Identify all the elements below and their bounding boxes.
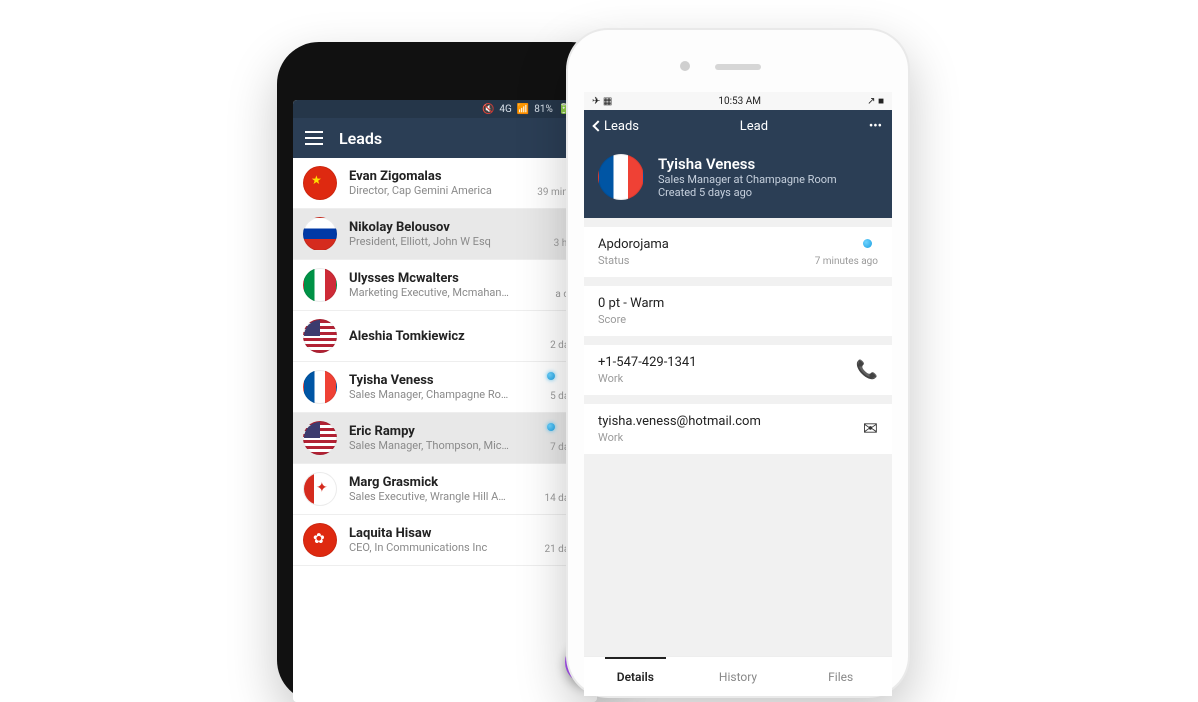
lead-subtitle: CEO, In Communications Inc [349, 541, 532, 554]
lead-header-text: Tyisha Veness Sales Manager at Champagne… [658, 155, 837, 199]
lead-subtitle: Sales Executive, Wrangle Hill A… [349, 490, 532, 503]
score-card[interactable]: 0 pt - Warm Score [584, 286, 892, 336]
status-card[interactable]: Apdorojama Status 7 minutes ago [584, 227, 892, 277]
lead-text: Laquita HisawCEO, In Communications Inc [349, 526, 532, 554]
lead-row[interactable]: Tyisha VenessSales Manager, Champagne Ro… [293, 362, 597, 413]
status-mute-icon: 🔇 [482, 104, 494, 115]
flag-icon [303, 523, 337, 557]
lead-name: Eric Rampy [349, 424, 538, 439]
flag-icon [303, 217, 337, 251]
lead-role: Sales Manager at Champagne Room [658, 173, 837, 186]
unread-dot-icon [863, 239, 872, 248]
lead-text: Evan ZigomalasDirector, Cap Gemini Ameri… [349, 169, 525, 197]
lead-name: Tyisha Veness [658, 155, 837, 173]
android-screen: 🔇 4G 📶 81% 🔋 17: Leads Evan ZigomalasDir… [293, 100, 597, 702]
speaker [715, 64, 761, 70]
lead-row[interactable]: Ulysses McwaltersMarketing Executive, Mc… [293, 260, 597, 311]
lead-created: Created 5 days ago [658, 186, 837, 199]
front-camera [680, 61, 690, 71]
detail-tabs: DetailsHistoryFiles [584, 656, 892, 696]
appbar-title: Leads [339, 129, 382, 148]
lead-row[interactable]: Laquita HisawCEO, In Communications Inc2… [293, 515, 597, 566]
lead-row[interactable]: Marg GrasmickSales Executive, Wrangle Hi… [293, 464, 597, 515]
lead-name: Nikolay Belousov [349, 220, 542, 235]
lead-text: Eric RampySales Manager, Thompson, Mic… [349, 424, 538, 452]
flag-icon [303, 166, 337, 200]
email-icon[interactable]: ✉ [863, 419, 878, 440]
unread-dot-icon [547, 423, 555, 431]
lead-row[interactable]: Evan ZigomalasDirector, Cap Gemini Ameri… [293, 158, 597, 209]
email-label: Work [598, 431, 878, 444]
email-card[interactable]: tyisha.veness@hotmail.com Work ✉ [584, 404, 892, 454]
lead-subtitle: Sales Manager, Thompson, Mic… [349, 439, 538, 452]
lead-flag-icon [598, 154, 644, 200]
menu-icon[interactable] [305, 131, 323, 145]
unread-dot-icon [547, 372, 555, 380]
lead-text: Nikolay BelousovPresident, Elliott, John… [349, 220, 542, 248]
status-battery: 81% [534, 104, 553, 115]
android-appbar: Leads [293, 118, 597, 158]
status-bars-icon: 📶 [517, 104, 529, 115]
lead-name: Aleshia Tomkiewicz [349, 329, 538, 344]
lead-header: Tyisha Veness Sales Manager at Champagne… [584, 142, 892, 218]
phone-icon[interactable]: 📞 [856, 360, 878, 381]
more-button[interactable]: ••• [869, 119, 882, 134]
status-left-icons: ✈︎ ▦ [592, 96, 612, 107]
lead-text: Aleshia Tomkiewicz [349, 329, 538, 344]
lead-subtitle: Marketing Executive, Mcmahan… [349, 286, 543, 299]
lead-subtitle: Director, Cap Gemini America [349, 184, 525, 197]
flag-icon [303, 472, 337, 506]
status-signal: 4G [499, 104, 511, 115]
lead-row[interactable]: Aleshia Tomkiewicz2 days a [293, 311, 597, 362]
leads-list[interactable]: Evan ZigomalasDirector, Cap Gemini Ameri… [293, 158, 597, 702]
email-value: tyisha.veness@hotmail.com [598, 414, 878, 429]
lead-name: Evan Zigomalas [349, 169, 525, 184]
android-phone-frame: 🔇 4G 📶 81% 🔋 17: Leads Evan ZigomalasDir… [277, 42, 613, 702]
phone-card[interactable]: +1-547-429-1341 Work 📞 [584, 345, 892, 395]
lead-name: Laquita Hisaw [349, 526, 532, 541]
screen-title: Lead [740, 119, 768, 134]
flag-icon [303, 319, 337, 353]
chevron-left-icon [592, 120, 603, 131]
lead-row[interactable]: Eric RampySales Manager, Thompson, Mic…7… [293, 413, 597, 464]
score-value: 0 pt - Warm [598, 296, 878, 311]
lead-text: Ulysses McwaltersMarketing Executive, Mc… [349, 271, 543, 299]
lead-subtitle: Sales Manager, Champagne Ro… [349, 388, 538, 401]
lead-text: Marg GrasmickSales Executive, Wrangle Hi… [349, 475, 532, 503]
iphone-screen: ✈︎ ▦ 10:53 AM ↗ ■ Leads Lead ••• Tyisha … [584, 92, 892, 696]
back-label: Leads [604, 119, 639, 134]
flag-icon [303, 370, 337, 404]
score-label: Score [598, 313, 878, 326]
status-value: Apdorojama [598, 237, 878, 252]
back-button[interactable]: Leads [594, 119, 639, 134]
tab-files[interactable]: Files [789, 657, 892, 696]
flag-icon [303, 268, 337, 302]
status-time: 7 minutes ago [815, 256, 878, 267]
ios-appbar: Leads Lead ••• [584, 110, 892, 142]
status-right-icons: ↗ ■ [867, 96, 884, 107]
lead-row[interactable]: Nikolay BelousovPresident, Elliott, John… [293, 209, 597, 260]
lead-name: Marg Grasmick [349, 475, 532, 490]
ios-status-bar: ✈︎ ▦ 10:53 AM ↗ ■ [584, 92, 892, 110]
status-clock: 10:53 AM [718, 96, 761, 107]
phone-value: +1-547-429-1341 [598, 355, 878, 370]
flag-icon [303, 421, 337, 455]
phone-label: Work [598, 372, 878, 385]
lead-name: Tyisha Veness [349, 373, 538, 388]
tab-details[interactable]: Details [584, 657, 687, 696]
lead-name: Ulysses Mcwalters [349, 271, 543, 286]
android-status-bar: 🔇 4G 📶 81% 🔋 17: [293, 100, 597, 118]
lead-subtitle: President, Elliott, John W Esq [349, 235, 542, 248]
tab-history[interactable]: History [687, 657, 790, 696]
iphone-frame: ✈︎ ▦ 10:53 AM ↗ ■ Leads Lead ••• Tyisha … [566, 28, 910, 698]
lead-text: Tyisha VenessSales Manager, Champagne Ro… [349, 373, 538, 401]
